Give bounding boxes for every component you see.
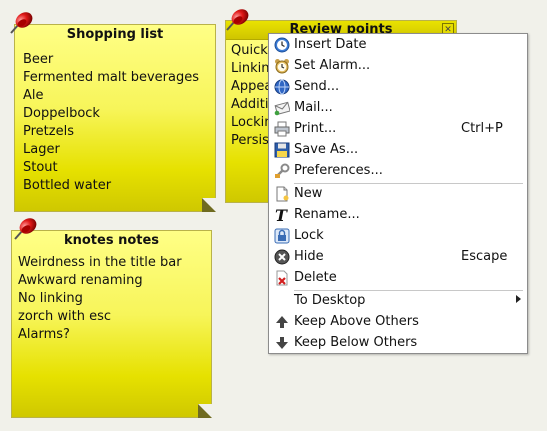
list-item: Stout [23, 160, 58, 175]
submenu-arrow-icon [516, 295, 521, 303]
list-item: Lockin [231, 115, 273, 130]
menu-item-print[interactable]: Print... Ctrl+P [269, 119, 527, 140]
menu-item-label: To Desktop [294, 293, 366, 308]
menu-item-label: Print... [294, 121, 337, 136]
menu-item-label: Keep Above Others [294, 314, 419, 329]
list-item: Pretzels [23, 124, 74, 139]
menu-item-label: Preferences... [294, 163, 383, 178]
menu-item-label: Delete [294, 270, 337, 285]
menu-item-label: Rename... [294, 207, 360, 222]
note-body[interactable]: Quick Linkin Appea Additi Lockin Persis [231, 42, 273, 150]
list-item: Appea [231, 79, 273, 94]
note-title[interactable]: knotes notes [12, 233, 211, 248]
network-send-icon [274, 79, 290, 95]
menu-item-label: Set Alarm... [294, 58, 371, 73]
list-item: Doppelbock [23, 106, 100, 121]
clock-icon [274, 37, 290, 53]
note-resize-corner[interactable] [198, 404, 212, 418]
menu-item-shortcut: Escape [461, 249, 508, 264]
list-item: Persis [231, 133, 269, 148]
pushpin-icon [14, 216, 38, 240]
note-title[interactable]: Shopping list [15, 27, 215, 42]
arrow-down-icon [276, 337, 288, 349]
pushpin-icon [226, 7, 250, 31]
list-item: Additi [231, 97, 269, 112]
menu-item-hide[interactable]: Hide Escape [269, 247, 527, 268]
note-context-menu: Insert Date Set Alarm... Send... Mail... [268, 33, 528, 354]
list-item: Alarms? [18, 327, 70, 342]
menu-item-label: Keep Below Others [294, 335, 418, 350]
rename-icon: T [275, 207, 288, 223]
menu-item-insert-date[interactable]: Insert Date [269, 35, 527, 56]
menu-item-label: Lock [294, 228, 324, 243]
menu-item-keep-below[interactable]: Keep Below Others [269, 333, 527, 354]
svg-text:T: T [275, 207, 288, 223]
note-body[interactable]: Beer Fermented malt beverages Ale Doppel… [23, 51, 199, 195]
menu-item-preferences[interactable]: Preferences... [269, 161, 527, 182]
list-item: Awkward renaming [18, 273, 143, 288]
mail-icon [274, 101, 290, 116]
printer-icon [274, 121, 290, 137]
menu-item-rename[interactable]: T Rename... [269, 205, 527, 226]
menu-item-lock[interactable]: Lock [269, 226, 527, 247]
menu-item-mail[interactable]: Mail... [269, 98, 527, 119]
note-shopping-list[interactable]: Shopping list Beer Fermented malt bevera… [14, 24, 216, 212]
menu-item-delete[interactable]: Delete [269, 268, 527, 289]
menu-item-label: Mail... [294, 100, 333, 115]
menu-item-save-as[interactable]: Save As... [269, 140, 527, 161]
lock-icon [274, 228, 290, 244]
menu-item-label: New [294, 186, 323, 201]
menu-item-set-alarm[interactable]: Set Alarm... [269, 56, 527, 77]
menu-item-new[interactable]: New [269, 184, 527, 205]
menu-item-keep-above[interactable]: Keep Above Others [269, 312, 527, 333]
save-icon [274, 142, 290, 158]
hide-icon [274, 249, 290, 265]
list-item: Quick [231, 43, 268, 58]
note-resize-corner[interactable] [202, 198, 216, 212]
menu-item-to-desktop[interactable]: To Desktop [269, 291, 527, 312]
menu-item-label: Save As... [294, 142, 359, 157]
pushpin-icon [10, 10, 34, 34]
list-item: zorch with esc [18, 309, 111, 324]
menu-item-send[interactable]: Send... [269, 77, 527, 98]
menu-item-label: Insert Date [294, 37, 367, 52]
note-body[interactable]: Weirdness in the title bar Awkward renam… [18, 254, 182, 344]
list-item: Lager [23, 142, 60, 157]
list-item: Ale [23, 88, 44, 103]
delete-icon [276, 270, 288, 286]
alarm-clock-icon [275, 59, 289, 74]
list-item: Beer [23, 52, 54, 67]
arrow-up-icon [276, 316, 288, 328]
list-item: Fermented malt beverages [23, 70, 200, 85]
menu-item-label: Hide [294, 249, 324, 264]
menu-item-label: Send... [294, 79, 340, 94]
new-document-icon [276, 186, 289, 202]
menu-item-shortcut: Ctrl+P [461, 121, 503, 136]
preferences-icon [275, 163, 290, 178]
list-item: Weirdness in the title bar [18, 255, 182, 270]
list-item: No linking [18, 291, 83, 306]
list-item: Linkin [231, 61, 270, 76]
note-knotes-notes[interactable]: knotes notes Weirdness in the title bar … [11, 230, 212, 418]
list-item: Bottled water [23, 178, 112, 193]
